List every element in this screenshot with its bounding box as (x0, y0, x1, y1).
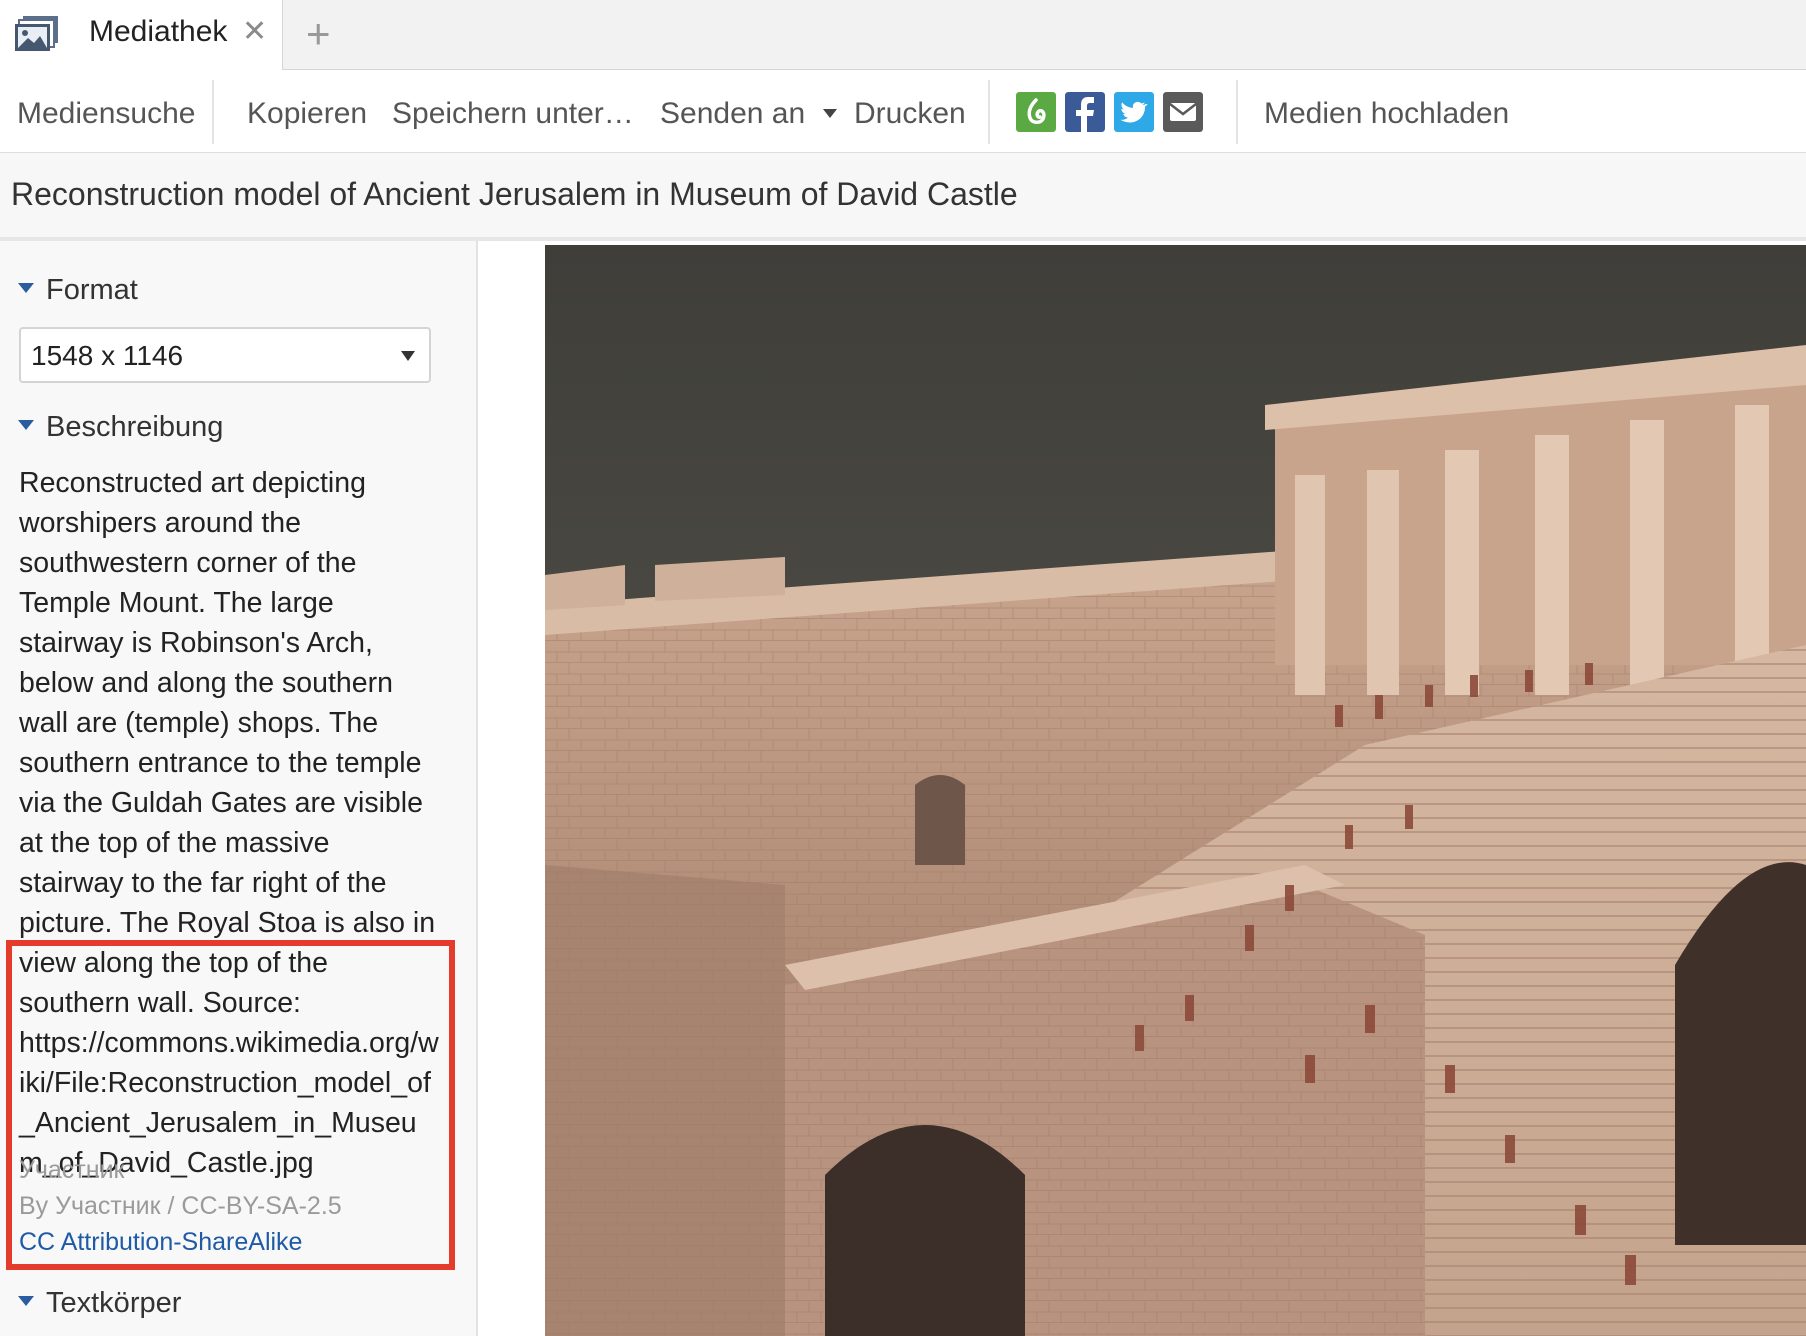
media-search-button[interactable]: Mediensuche (17, 94, 195, 134)
media-preview-image[interactable] (545, 245, 1806, 1336)
format-select-value: 1548 x 1146 (31, 340, 184, 371)
facebook-icon[interactable] (1065, 92, 1105, 132)
new-tab-button[interactable]: + (306, 10, 331, 58)
page-title: Reconstruction model of Ancient Jerusale… (11, 176, 1018, 212)
highlight-annotation (6, 940, 455, 1270)
print-button[interactable]: Drucken (854, 94, 966, 134)
body-heading: Textkörper (46, 1287, 182, 1319)
description-heading: Beschreibung (46, 411, 224, 443)
send-to-label: Senden an (660, 97, 806, 130)
title-bar: Reconstruction model of Ancient Jerusale… (0, 153, 1806, 241)
copy-button[interactable]: Kopieren (247, 94, 367, 134)
close-tab-icon[interactable]: ✕ (242, 12, 267, 52)
format-section-header[interactable]: Format (18, 271, 138, 309)
expand-triangle-icon (18, 283, 34, 294)
twitter-icon[interactable] (1114, 92, 1154, 132)
format-heading: Format (46, 274, 138, 306)
expand-triangle-icon (18, 420, 34, 431)
body-section-header[interactable]: Textkörper (18, 1284, 181, 1322)
chevron-down-icon (401, 351, 415, 361)
media-library-icon (15, 16, 58, 51)
toolbar-divider (1236, 80, 1238, 144)
toolbar-divider (988, 80, 990, 144)
format-select[interactable]: 1548 x 1146 (19, 327, 431, 383)
temple-model-photo (545, 245, 1806, 1336)
tab-bar: Mediathek ✕ + (0, 0, 1806, 70)
upload-media-button[interactable]: Medien hochladen (1264, 94, 1509, 134)
toolbar: Mediensuche Kopieren Speichern unter… Se… (0, 70, 1806, 153)
toolbar-divider (212, 80, 214, 144)
evernote-icon[interactable] (1016, 92, 1056, 132)
save-as-button[interactable]: Speichern unter… (392, 94, 634, 134)
tab-mediathek[interactable]: Mediathek ✕ (0, 0, 283, 70)
description-section-header[interactable]: Beschreibung (18, 408, 223, 446)
send-to-dropdown[interactable]: Senden an (660, 94, 838, 134)
mail-icon[interactable] (1163, 92, 1203, 132)
expand-triangle-icon (18, 1296, 34, 1307)
chevron-down-icon (823, 108, 838, 118)
tab-title: Mediathek (89, 15, 228, 48)
